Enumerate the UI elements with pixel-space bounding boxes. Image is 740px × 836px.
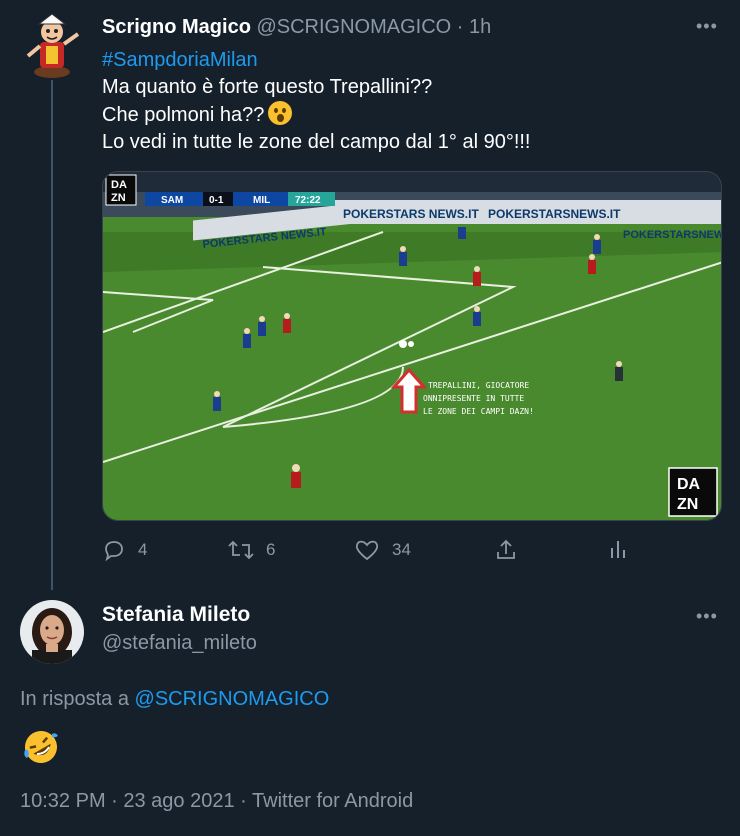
profile-photo-icon	[20, 600, 84, 664]
mascot-avatar-icon	[26, 13, 80, 78]
ad-board: POKERSTARS NEWS.IT	[343, 207, 479, 221]
more-options-icon[interactable]: •••	[696, 16, 718, 37]
svg-text:DA: DA	[111, 179, 127, 191]
svg-text:ZN: ZN	[111, 192, 126, 204]
ad-board: POKERSTARSNEWS.IT	[623, 229, 722, 241]
avatar[interactable]	[20, 600, 84, 664]
tweet-timestamp[interactable]: 10:32 PM · 23 ago 2021 · Twitter for And…	[20, 790, 413, 813]
tweet-text: #SampdoriaMilan Ma quanto è forte questo…	[102, 47, 531, 156]
tweet-header: Scrigno Magico @SCRIGNOMAGICO · 1h	[102, 16, 491, 39]
dazn-logo-icon: DA ZN	[105, 174, 137, 206]
retweet-count: 6	[266, 540, 276, 559]
in-reply-handle-link[interactable]: @SCRIGNOMAGICO	[135, 688, 330, 710]
in-reply-label: In risposta a	[20, 688, 129, 710]
share-button[interactable]	[494, 538, 518, 562]
like-count: 34	[392, 540, 411, 559]
heart-icon	[355, 540, 379, 561]
thread-line	[51, 80, 53, 590]
annotation-line: TREPALLINI, GIOCATORE	[428, 381, 529, 390]
author-handle[interactable]: @stefania_mileto	[102, 632, 257, 655]
in-reply-to: In risposta a @SCRIGNOMAGICO	[20, 688, 329, 711]
reply-icon	[105, 541, 123, 562]
score-away: MIL	[253, 195, 270, 206]
tweet-media-image[interactable]: POKERSTARS NEWS.IT POKERSTARSNEWS.IT POK…	[102, 171, 722, 521]
match-clock: 72:22	[295, 195, 321, 206]
share-icon	[497, 539, 515, 559]
hashtag-link[interactable]: #SampdoriaMilan	[102, 47, 531, 74]
retweet-button[interactable]: 6	[228, 538, 275, 562]
like-button[interactable]: 34	[354, 538, 411, 562]
analytics-button[interactable]	[608, 538, 628, 562]
rofl-emoji-icon	[22, 728, 60, 766]
score-home: SAM	[161, 195, 183, 206]
tweet-line: Ma quanto è forte questo Trepallini??	[102, 76, 433, 98]
separator-dot: ·	[456, 16, 464, 38]
more-options-icon[interactable]: •••	[696, 606, 718, 627]
tweet-line: Lo vedi in tutte le zone del campo dal 1…	[102, 131, 531, 153]
svg-text:ZN: ZN	[677, 496, 698, 513]
score-value: 0-1	[209, 195, 224, 206]
tweet-actions: 4 6 34	[102, 538, 642, 566]
reply-count: 4	[138, 540, 148, 559]
tweet-line-with-emoji: Che polmoni ha??	[102, 101, 531, 129]
reply-button[interactable]: 4	[102, 538, 147, 562]
scoreboard: SAM 0-1 MIL 72:22	[145, 192, 335, 206]
avatar[interactable]	[22, 12, 82, 80]
analytics-icon	[611, 541, 625, 558]
ad-board: POKERSTARSNEWS.IT	[488, 207, 621, 221]
author-name[interactable]: Scrigno Magico	[102, 16, 251, 38]
author-handle[interactable]: @SCRIGNOMAGICO	[256, 16, 451, 38]
tweet-line: Che polmoni ha??	[102, 104, 265, 126]
astonished-face-icon	[268, 101, 293, 125]
svg-text:DA: DA	[677, 476, 701, 493]
retweet-icon	[228, 540, 254, 560]
dazn-logo-icon: DA ZN	[668, 467, 718, 517]
author-name[interactable]: Stefania Mileto	[102, 603, 250, 627]
tweet-time[interactable]: 1h	[469, 16, 491, 38]
annotation-line: LE ZONE DEI CAMPI DAZN!	[423, 407, 534, 416]
annotation-line: ONNIPRESENTE IN TUTTE	[423, 394, 524, 403]
